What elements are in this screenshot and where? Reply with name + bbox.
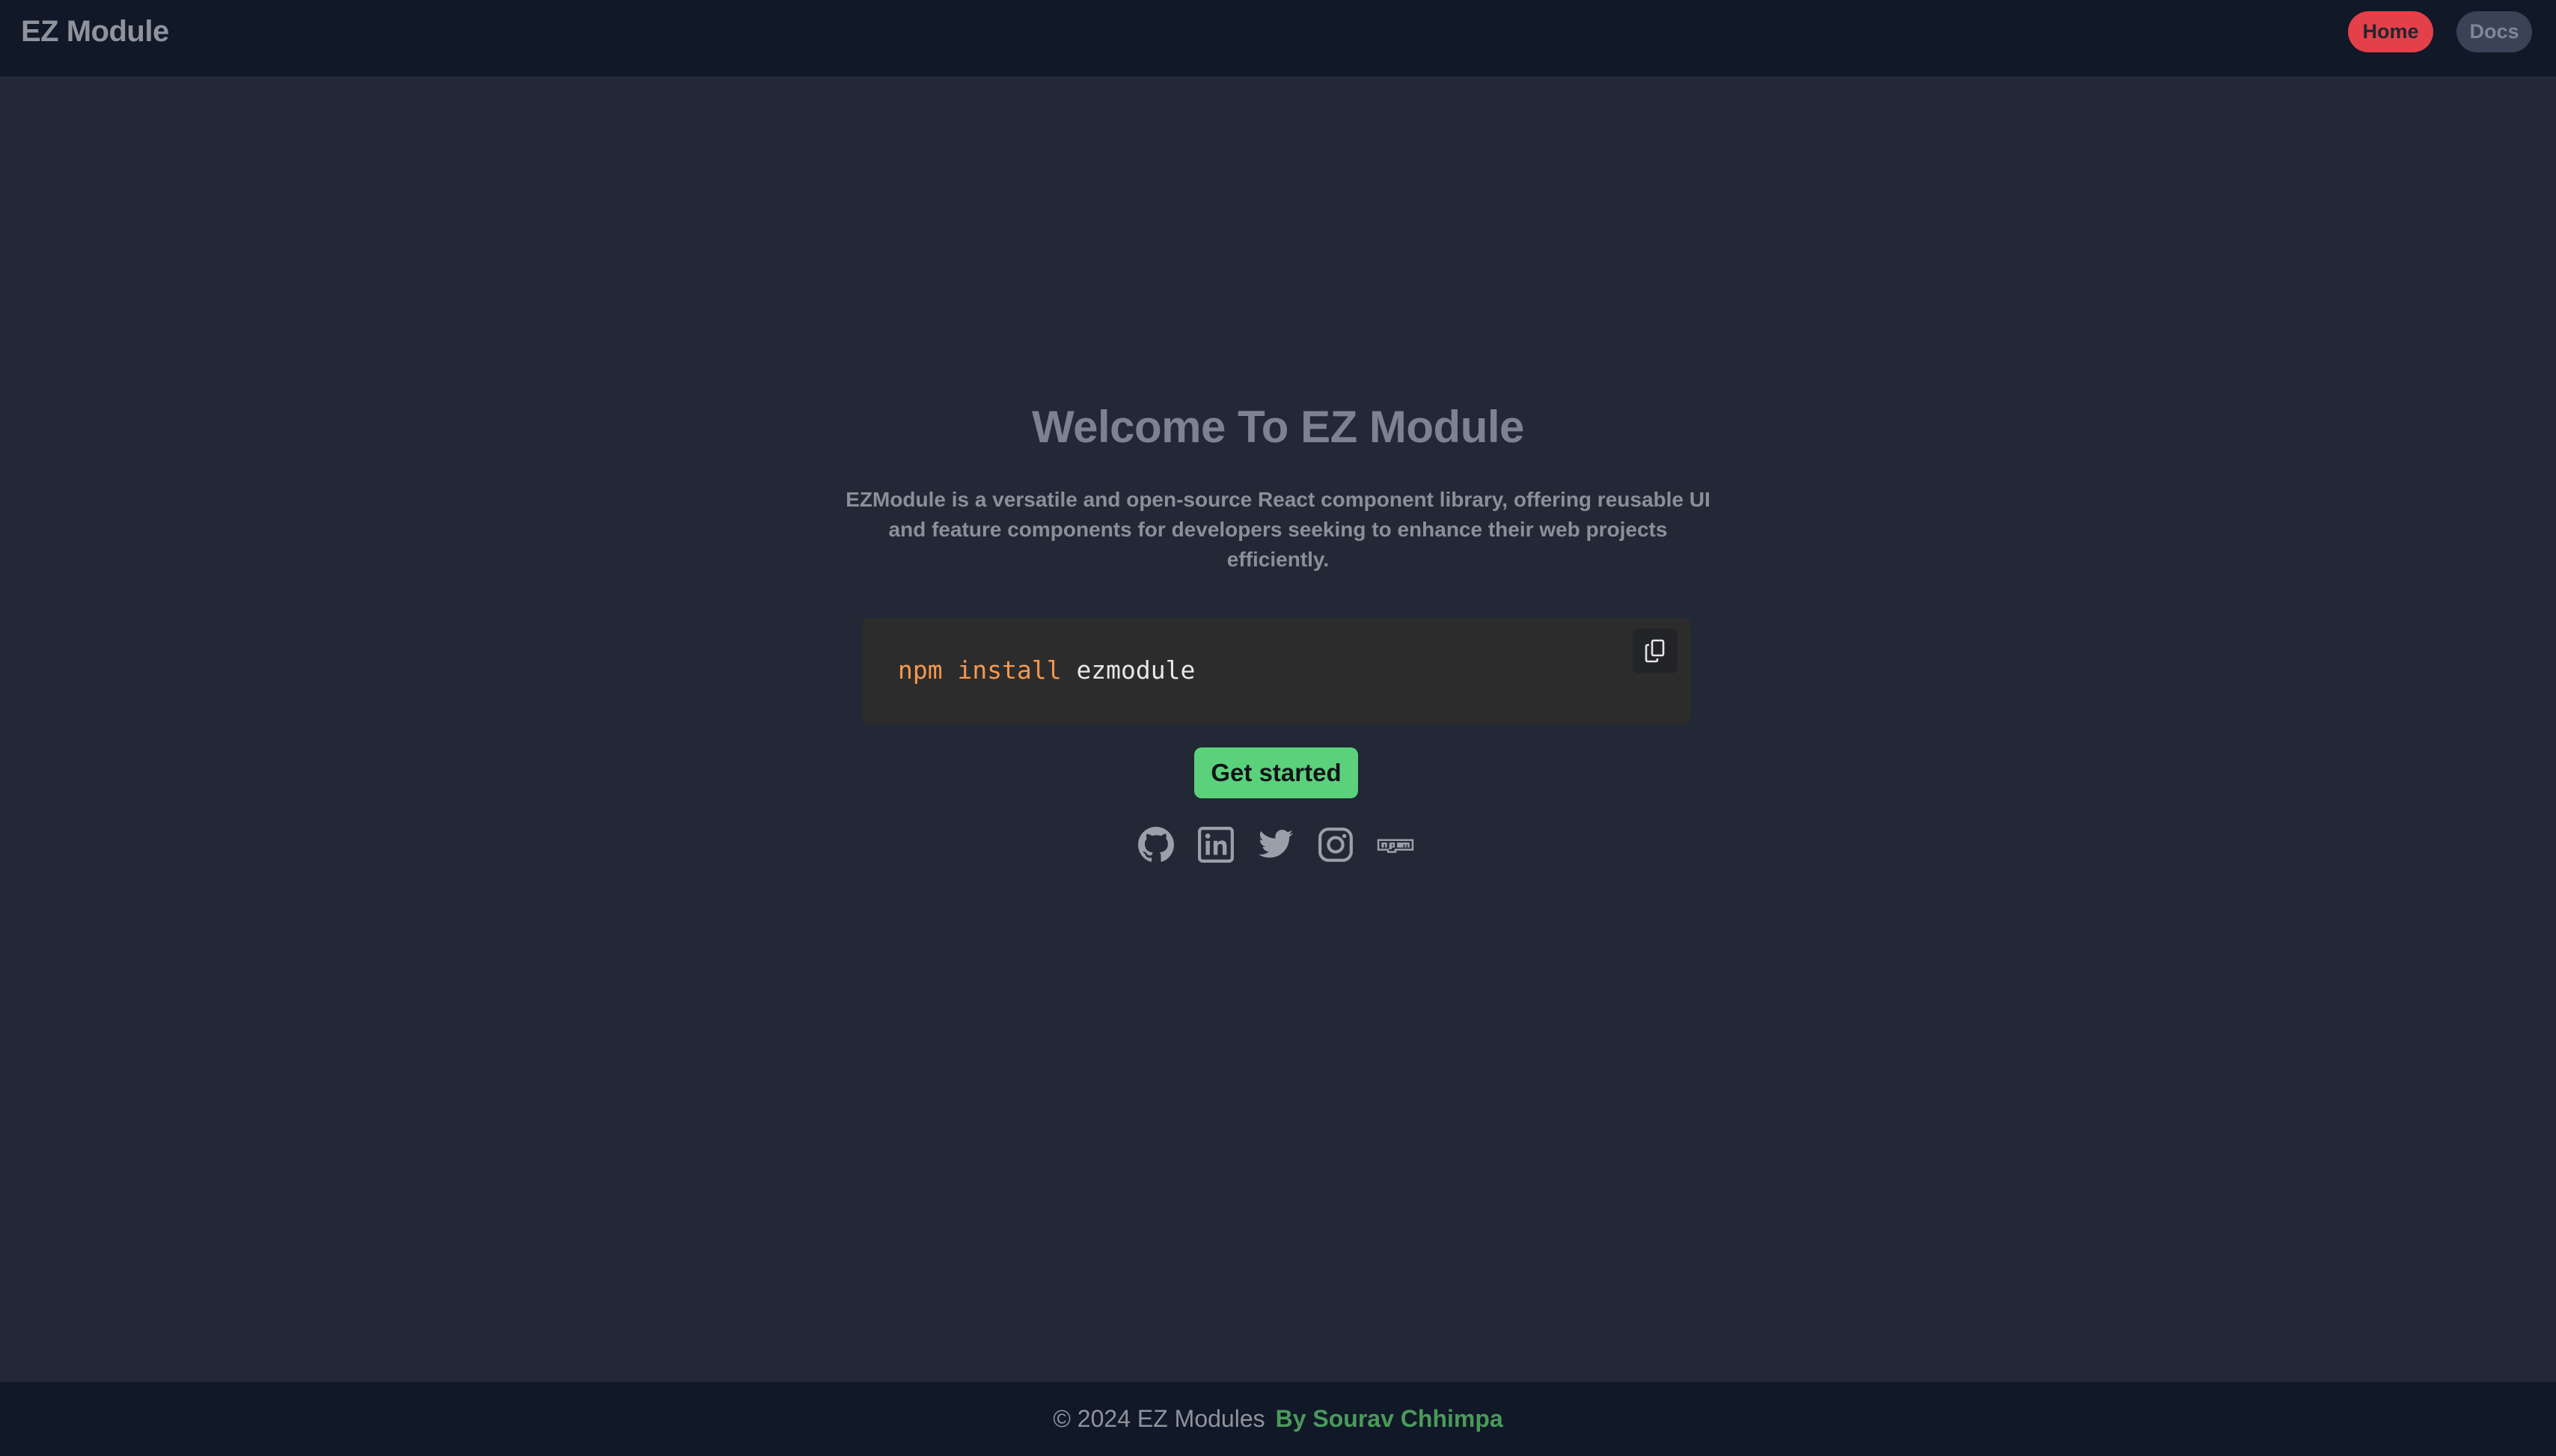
- hero-description-line: efficiently.: [1226, 548, 1330, 571]
- brand-logo-text[interactable]: EZ Module: [21, 13, 169, 49]
- instagram-icon: [1318, 828, 1353, 862]
- nav-home-button[interactable]: Home: [2348, 11, 2433, 52]
- twitter-link[interactable]: [1257, 826, 1294, 863]
- top-navbar: EZ Module Home Docs: [0, 0, 2556, 76]
- npm-icon: [1377, 839, 1414, 853]
- hero-description-line: and feature components for developers se…: [888, 518, 1668, 541]
- footer-copyright: © 2024 EZ Modules: [1053, 1405, 1265, 1432]
- footer-author-link[interactable]: By Sourav Chhimpa: [1276, 1405, 1503, 1432]
- code-token-package: ezmodule: [1076, 655, 1196, 685]
- instagram-link[interactable]: [1317, 826, 1354, 863]
- github-icon: [1138, 827, 1174, 862]
- hero-description: EZModule is a versatile and open-source …: [829, 485, 1727, 575]
- nav-docs-button[interactable]: Docs: [2456, 11, 2532, 52]
- code-token-npm: npm: [898, 655, 943, 685]
- page-title: Welcome To EZ Module: [1032, 402, 1524, 452]
- hero-description-line: EZModule is a versatile and open-source …: [846, 488, 1710, 511]
- linkedin-icon: [1198, 827, 1234, 863]
- footer: © 2024 EZ Modules By Sourav Chhimpa: [0, 1382, 2556, 1456]
- copy-icon: [1645, 639, 1665, 663]
- twitter-icon: [1259, 830, 1293, 858]
- linkedin-link[interactable]: [1197, 826, 1235, 863]
- npm-link[interactable]: [1377, 826, 1414, 863]
- copy-button[interactable]: [1633, 628, 1678, 673]
- get-started-button[interactable]: Get started: [1194, 747, 1358, 798]
- code-token-install: install: [957, 655, 1062, 685]
- github-link[interactable]: [1137, 826, 1175, 863]
- install-code-block: npm install ezmodule: [862, 618, 1691, 724]
- install-command: npm install ezmodule: [898, 652, 1195, 688]
